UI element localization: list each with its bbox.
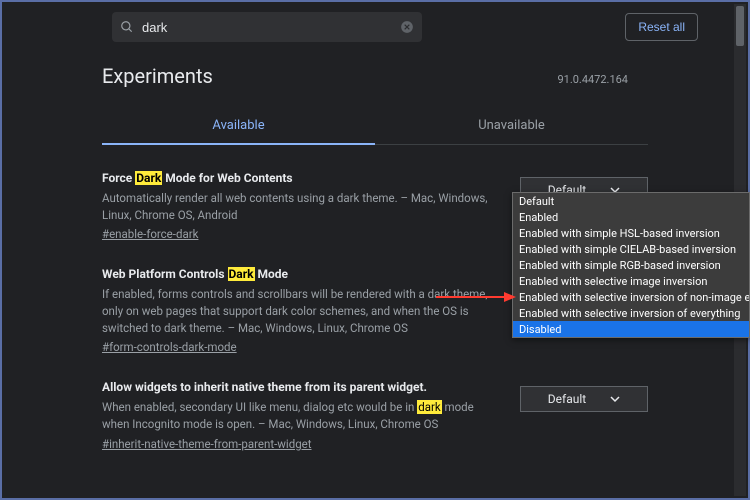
dropdown-item[interactable]: Default [513, 193, 749, 209]
flag-description: Automatically render all web contents us… [102, 190, 490, 223]
tab-available[interactable]: Available [102, 108, 375, 145]
dropdown-item[interactable]: Enabled with simple HSL-based inversion [513, 225, 749, 241]
flag-select[interactable]: Default [520, 386, 648, 412]
dropdown-menu[interactable]: DefaultEnabledEnabled with simple HSL-ba… [512, 192, 750, 338]
search-icon [120, 20, 134, 34]
highlight: Dark [228, 267, 255, 281]
clear-icon[interactable] [400, 20, 414, 34]
highlight: Dark [135, 171, 162, 185]
flag-title: Web Platform Controls Dark Mode [102, 267, 490, 281]
page-title: Experiments [102, 64, 213, 88]
dropdown-item[interactable]: Enabled [513, 209, 749, 225]
dropdown-item[interactable]: Enabled with selective image inversion [513, 273, 749, 289]
version-label: 91.0.4472.164 [557, 73, 628, 86]
search-input[interactable] [142, 20, 392, 35]
flag-hash-link[interactable]: #enable-force-dark [102, 227, 198, 241]
flag-title: Force Dark Mode for Web Contents [102, 171, 490, 185]
flag-hash-link[interactable]: #inherit-native-theme-from-parent-widget [102, 437, 312, 451]
dropdown-item[interactable]: Enabled with selective inversion of non-… [513, 289, 749, 305]
scrollbar-thumb[interactable] [736, 6, 744, 46]
reset-all-button[interactable]: Reset all [625, 13, 698, 41]
flag-description: If enabled, forms controls and scrollbar… [102, 286, 490, 336]
flag-description: When enabled, secondary UI like menu, di… [102, 399, 490, 432]
top-bar: Reset all [2, 2, 748, 52]
tabs: Available Unavailable [102, 108, 648, 145]
search-box[interactable] [112, 12, 422, 42]
dropdown-item[interactable]: Enabled with selective inversion of ever… [513, 305, 749, 321]
highlight: dark [417, 400, 441, 414]
dropdown-item[interactable]: Enabled with simple RGB-based inversion [513, 257, 749, 273]
flag-item: Allow widgets to inherit native theme fr… [102, 380, 648, 450]
flag-hash-link[interactable]: #form-controls-dark-mode [102, 340, 237, 354]
dropdown-item[interactable]: Enabled with simple CIELAB-based inversi… [513, 241, 749, 257]
flag-title: Allow widgets to inherit native theme fr… [102, 380, 490, 394]
dropdown-item[interactable]: Disabled [513, 321, 749, 337]
tab-unavailable[interactable]: Unavailable [375, 108, 648, 144]
chevron-down-icon [610, 394, 620, 404]
